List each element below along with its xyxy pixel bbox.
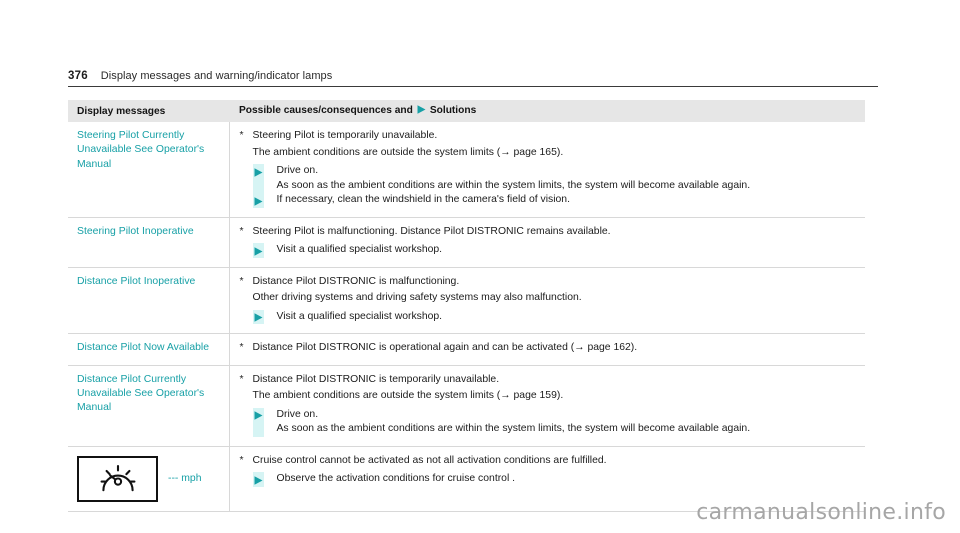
speed-value-label: --- mph xyxy=(168,473,202,484)
message-cell: --- mph xyxy=(68,445,230,512)
cause-line: * Distance Pilot DISTRONIC is temporarily… xyxy=(239,373,858,388)
solution-group: Observe the activation conditions for cr… xyxy=(239,472,858,487)
message-cell: Steering Pilot Inoperative xyxy=(68,216,230,267)
solution-item: Drive on. xyxy=(253,164,858,179)
solution-text: Observe the activation conditions for cr… xyxy=(276,473,516,484)
display-message-text: Distance Pilot Inoperative xyxy=(77,275,196,287)
cause-text: Distance Pilot DISTRONIC is malfunctioni… xyxy=(252,275,460,287)
table-body: Steering Pilot Currently Unavailable See… xyxy=(68,122,865,512)
solution-item: Observe the activation conditions for cr… xyxy=(253,472,858,487)
cause-text: Steering Pilot is malfunctioning. Distan… xyxy=(252,225,611,237)
page-header: 376 Display messages and warning/indicat… xyxy=(68,70,878,87)
icon-cell-inner: --- mph xyxy=(77,454,221,502)
site-watermark: carmanualsonline.info xyxy=(696,500,946,525)
solution-group: Visit a qualified specialist workshop. xyxy=(239,243,858,258)
cause-solution-cell: * Steering Pilot is malfunctioning. Dista… xyxy=(229,216,865,267)
solution-item: Visit a qualified specialist workshop. xyxy=(253,243,858,258)
asterisk-marker: * xyxy=(239,130,244,141)
cause-continuation-text: The ambient conditions are outside the s… xyxy=(252,390,564,401)
page-number: 376 xyxy=(68,70,88,82)
solution-item: Drive on. xyxy=(253,408,858,423)
cause-text: Distance Pilot DISTRONIC is temporarily … xyxy=(252,373,500,385)
solution-text: Drive on. xyxy=(276,408,319,420)
solution-group: Drive on. As soon as the ambient conditio… xyxy=(239,407,858,437)
message-cell: Distance Pilot Now Available xyxy=(68,333,230,365)
message-cell: Distance Pilot Currently Unavailable See… xyxy=(68,364,230,446)
solution-triangle-icon xyxy=(253,193,277,208)
display-message-text: Steering Pilot Currently Unavailable See… xyxy=(77,130,205,170)
cause-continuation-text: Other driving systems and driving safety… xyxy=(252,292,582,303)
cause-block: * Distance Pilot DISTRONIC is temporarily… xyxy=(239,373,858,437)
solution-triangle-icon xyxy=(253,472,277,487)
asterisk-marker: * xyxy=(239,225,244,237)
solution-group: Visit a qualified specialist workshop. xyxy=(239,309,858,325)
solution-item: Visit a qualified specialist workshop. xyxy=(253,310,858,325)
solution-text: Visit a qualified specialist workshop. xyxy=(276,310,443,322)
asterisk-marker: * xyxy=(239,454,244,466)
cause-block: * Steering Pilot is temporarily unavailab… xyxy=(239,129,858,208)
column-header-causes-text: Possible causes/consequences and xyxy=(239,105,413,116)
message-cell: Distance Pilot Inoperative xyxy=(68,266,230,334)
speedometer-icon xyxy=(77,455,158,502)
cause-line: * Distance Pilot DISTRONIC is malfunction… xyxy=(239,275,858,290)
table-row: Steering Pilot Inoperative * Steering Pilo… xyxy=(68,216,865,267)
cause-solution-cell: * Steering Pilot is temporarily unavailab… xyxy=(229,122,865,217)
column-header-causes-solutions: Possible causes/consequences and Solutio… xyxy=(229,100,865,122)
solution-text: Visit a qualified specialist workshop. xyxy=(276,244,443,255)
table-header: Display messages Possible causes/consequ… xyxy=(68,100,865,122)
asterisk-marker: * xyxy=(239,373,244,385)
table-row: Distance Pilot Now Available * Distance Pi… xyxy=(68,333,865,365)
cause-block: * Cruise control cannot be activated as n… xyxy=(239,454,858,487)
display-messages-table: Display messages Possible causes/consequ… xyxy=(68,100,865,512)
display-message-text: Distance Pilot Now Available xyxy=(77,342,210,353)
solution-triangle-icon xyxy=(253,243,277,258)
solution-triangle-icon xyxy=(253,310,277,325)
solution-group: Drive on. As soon as the ambient conditio… xyxy=(239,164,858,208)
column-header-solutions-text: Solutions xyxy=(429,105,477,116)
cause-block: * Steering Pilot is malfunctioning. Dista… xyxy=(239,225,858,258)
table-row: Steering Pilot Currently Unavailable See… xyxy=(68,122,865,217)
column-header-display-messages: Display messages xyxy=(68,100,229,122)
solution-triangle-icon xyxy=(253,408,277,423)
cause-line: * Steering Pilot is temporarily unavailab… xyxy=(239,129,858,144)
table-row: Distance Pilot Inoperative * Distance Pilo… xyxy=(68,266,865,334)
solution-item: If necessary, clean the windshield in th… xyxy=(253,193,858,208)
solutions-triangle-icon xyxy=(413,105,430,117)
cause-solution-cell: * Distance Pilot DISTRONIC is malfunction… xyxy=(229,266,865,334)
cause-solution-cell: * Distance Pilot DISTRONIC is temporarily… xyxy=(229,364,865,446)
asterisk-marker: * xyxy=(239,275,244,287)
solution-text: Drive on. xyxy=(276,165,319,176)
cause-continuation-text: The ambient conditions are outside the s… xyxy=(252,146,564,158)
cause-text: Distance Pilot DISTRONIC is operational … xyxy=(252,342,638,353)
cause-text: Steering Pilot is temporarily unavailabl… xyxy=(252,130,438,141)
cause-block: * Distance Pilot DISTRONIC is operational… xyxy=(239,341,858,356)
display-message-text: Steering Pilot Inoperative xyxy=(77,225,194,237)
cause-line: * Cruise control cannot be activated as n… xyxy=(239,454,858,469)
table-header-row: Display messages Possible causes/consequ… xyxy=(68,100,865,122)
table-row: Distance Pilot Currently Unavailable See… xyxy=(68,364,865,446)
solution-subtext: As soon as the ambient conditions are wi… xyxy=(276,423,751,434)
solution-triangle-icon xyxy=(253,164,277,179)
message-cell: Steering Pilot Currently Unavailable See… xyxy=(68,122,230,217)
cause-text: Cruise control cannot be activated as no… xyxy=(252,454,607,466)
cause-line: * Steering Pilot is malfunctioning. Dista… xyxy=(239,225,858,240)
cause-solution-cell: * Distance Pilot DISTRONIC is operational… xyxy=(229,333,865,365)
cause-line: * Distance Pilot DISTRONIC is operational… xyxy=(239,341,858,356)
solution-text: If necessary, clean the windshield in th… xyxy=(276,194,570,205)
page-title: Display messages and warning/indicator l… xyxy=(100,70,333,82)
asterisk-marker: * xyxy=(239,342,244,353)
solution-subtext: As soon as the ambient conditions are wi… xyxy=(276,179,751,191)
cause-block: * Distance Pilot DISTRONIC is malfunction… xyxy=(239,275,858,325)
display-message-text: Distance Pilot Currently Unavailable See… xyxy=(77,373,205,414)
